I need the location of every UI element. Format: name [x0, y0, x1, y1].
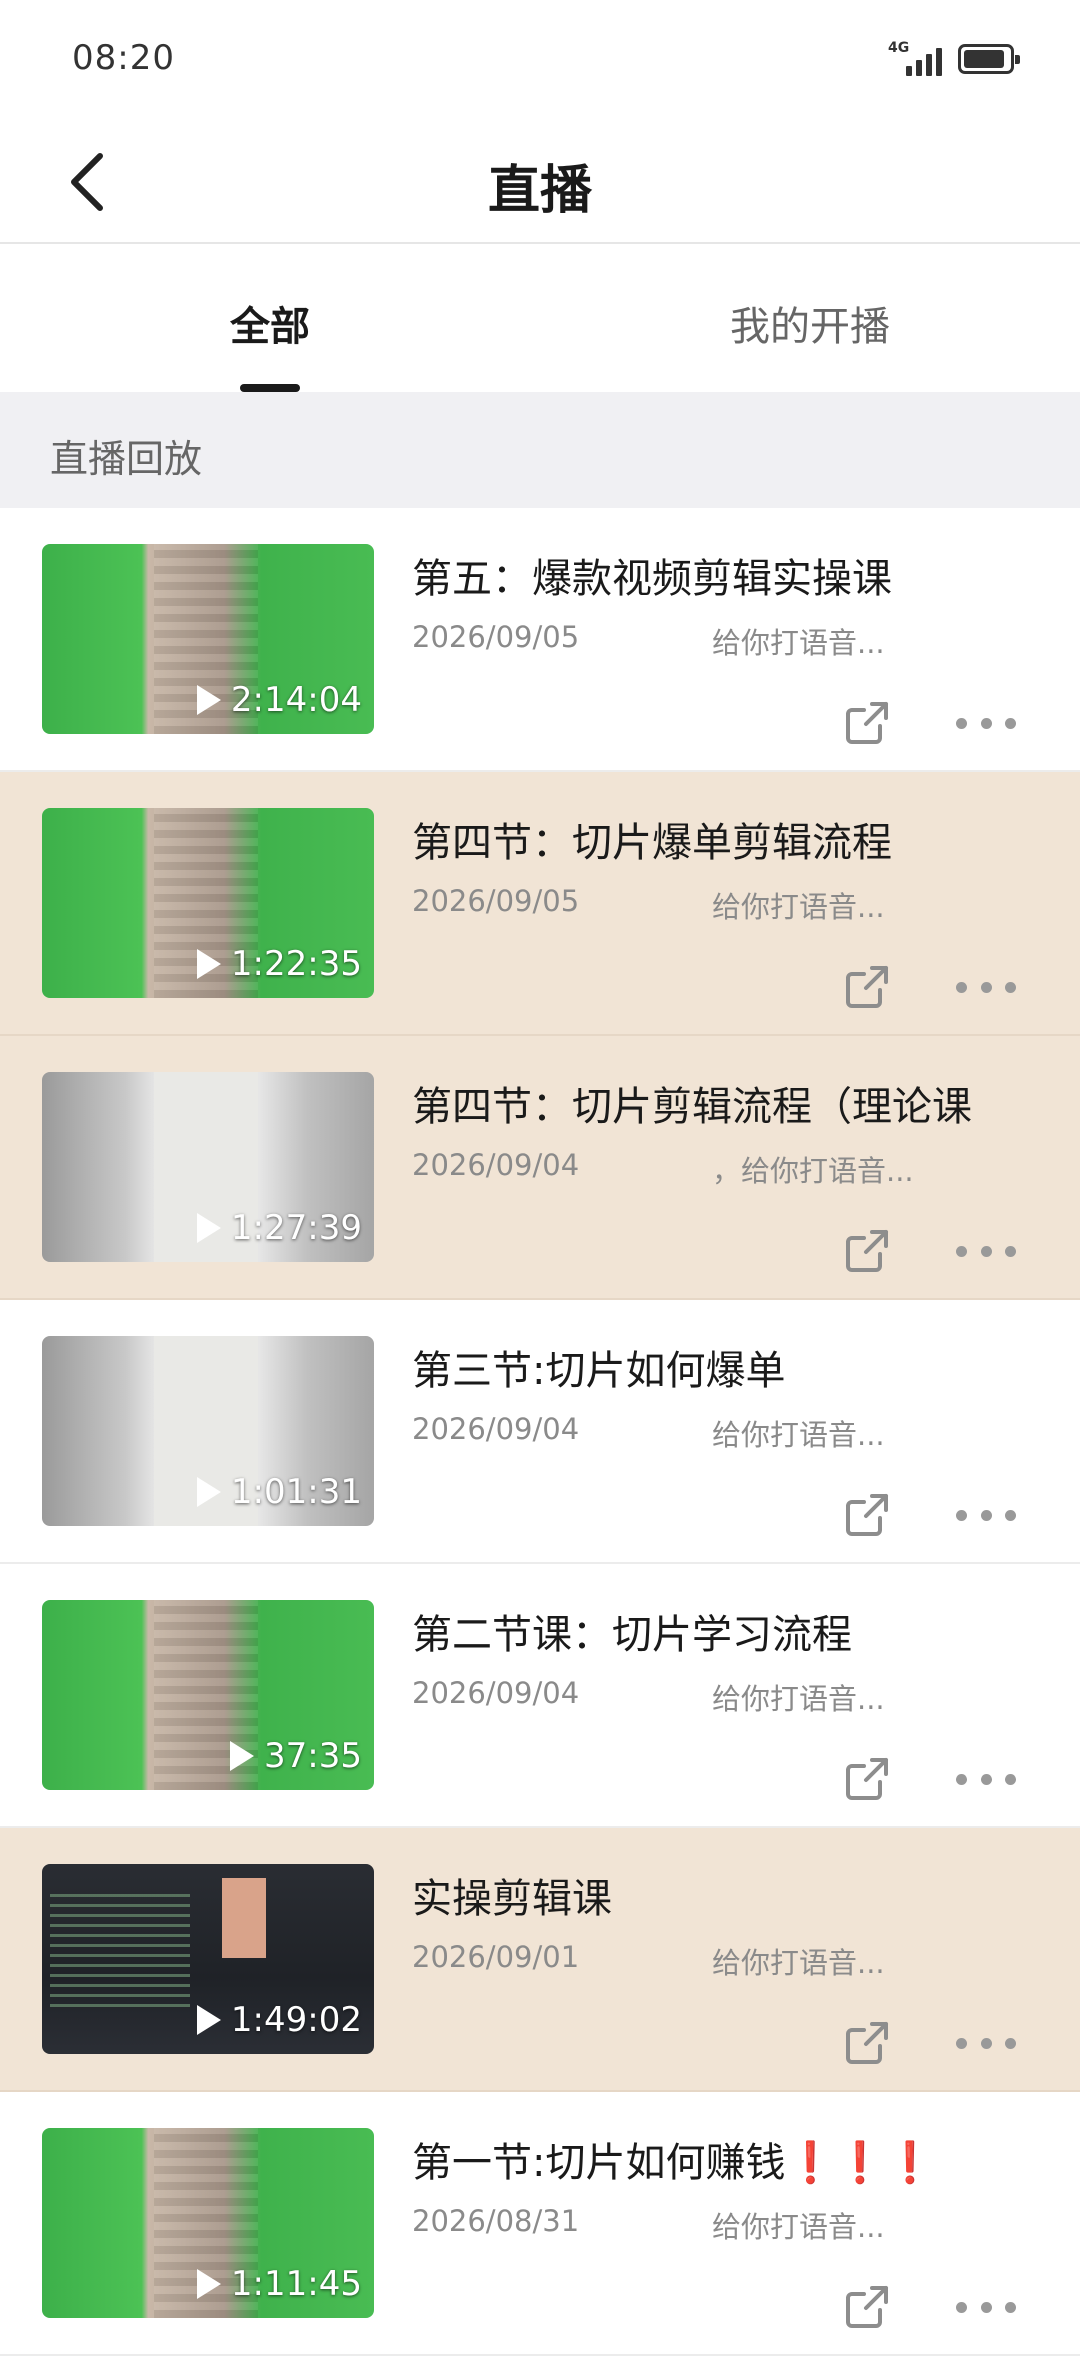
tab-my-broadcasts[interactable]: 我的开播: [540, 246, 1080, 392]
section-title: 直播回放: [0, 392, 1080, 508]
play-icon: [196, 2269, 221, 2299]
item-title[interactable]: 第一节:切片如何赚钱❗❗❗: [412, 2130, 1052, 2188]
item-date: 2026/09/04: [412, 1148, 580, 1182]
list-item[interactable]: 1:22:35 第四节：切片爆单剪辑流程 2026/09/05 给你打语音...: [0, 772, 1080, 1036]
more-dots-icon: [956, 717, 967, 729]
list-item[interactable]: 1:49:02 实操剪辑课 2026/09/01 给你打语音...: [0, 1828, 1080, 2092]
item-date: 2026/09/05: [412, 884, 580, 918]
duration-text: 37:35: [264, 1736, 362, 1776]
item-title[interactable]: 第四节：切片爆单剪辑流程: [412, 810, 1052, 868]
play-icon: [196, 2005, 221, 2035]
more-button[interactable]: [956, 708, 1016, 738]
share-button[interactable]: [842, 1490, 892, 1540]
more-button[interactable]: [956, 972, 1016, 1002]
video-duration: 2:14:04: [196, 680, 362, 720]
duration-text: 1:27:39: [230, 1208, 362, 1248]
duration-text: 1:11:45: [230, 2264, 362, 2304]
item-title[interactable]: 第二节课：切片学习流程: [412, 1602, 1052, 1660]
duration-text: 2:14:04: [230, 680, 362, 720]
share-external-icon: [846, 1494, 888, 1536]
video-thumbnail[interactable]: 37:35: [42, 1600, 374, 1790]
video-thumbnail[interactable]: 1:01:31: [42, 1336, 374, 1526]
list-item[interactable]: 1:27:39 第四节：切片剪辑流程（理论课 2026/09/04 ，给你打语音...: [0, 1036, 1080, 1300]
more-dots-icon: [956, 2037, 967, 2049]
video-thumbnail[interactable]: 1:49:02: [42, 1864, 374, 2054]
list-item[interactable]: 2:14:04 第五：爆款视频剪辑实操课 2026/09/05 给你打语音...: [0, 508, 1080, 772]
video-duration: 1:11:45: [196, 2264, 362, 2304]
item-host: 给你打语音...: [712, 1946, 885, 1980]
share-button[interactable]: [842, 2282, 892, 2332]
video-thumbnail[interactable]: 2:14:04: [42, 544, 374, 734]
play-icon: [196, 685, 221, 715]
thumbnail-preview: [222, 1878, 266, 1958]
share-button[interactable]: [842, 2018, 892, 2068]
video-thumbnail[interactable]: 1:11:45: [42, 2128, 374, 2318]
share-button[interactable]: [842, 962, 892, 1012]
more-button[interactable]: [956, 2292, 1016, 2322]
more-button[interactable]: [956, 2028, 1016, 2058]
share-button[interactable]: [842, 1226, 892, 1276]
video-thumbnail[interactable]: 1:22:35: [42, 808, 374, 998]
battery-level: [964, 50, 1004, 68]
video-duration: 1:01:31: [196, 1472, 362, 1512]
more-button[interactable]: [956, 1764, 1016, 1794]
list-item[interactable]: 37:35 第二节课：切片学习流程 2026/09/04 给你打语音...: [0, 1564, 1080, 1828]
page-title: 直播: [487, 161, 592, 221]
share-button[interactable]: [842, 698, 892, 748]
status-bar: 08:20 4G: [0, 0, 1080, 120]
more-dots-icon: [956, 1509, 967, 1521]
play-icon: [196, 1213, 221, 1243]
item-date: 2026/09/04: [412, 1412, 580, 1446]
status-time: 08:20: [72, 38, 175, 78]
play-icon: [230, 1741, 255, 1771]
video-thumbnail[interactable]: 1:27:39: [42, 1072, 374, 1262]
item-host: 给你打语音...: [712, 2210, 885, 2244]
play-icon: [196, 949, 221, 979]
item-date: 2026/09/04: [412, 1676, 580, 1710]
item-host: 给你打语音...: [712, 626, 885, 660]
item-date: 2026/09/05: [412, 620, 580, 654]
duration-text: 1:22:35: [230, 944, 362, 984]
share-external-icon: [846, 1230, 888, 1272]
video-duration: 37:35: [230, 1736, 362, 1776]
video-duration: 1:27:39: [196, 1208, 362, 1248]
navigation-bar: 直播: [0, 120, 1080, 244]
more-dots-icon: [956, 1245, 967, 1257]
item-host: 给你打语音...: [712, 1682, 885, 1716]
duration-text: 1:49:02: [230, 2000, 362, 2040]
item-date: 2026/08/31: [412, 2204, 580, 2238]
item-title[interactable]: 第四节：切片剪辑流程（理论课: [412, 1074, 1052, 1132]
replay-list: 2:14:04 第五：爆款视频剪辑实操课 2026/09/05 给你打语音... 1:2…: [0, 508, 1080, 2356]
status-icons: 4G: [888, 40, 1020, 76]
video-duration: 1:22:35: [196, 944, 362, 984]
share-external-icon: [846, 2022, 888, 2064]
item-host: ，给你打语音...: [712, 1154, 914, 1188]
item-title[interactable]: 实操剪辑课: [412, 1866, 1052, 1924]
cellular-signal-icon: 4G: [888, 40, 944, 76]
more-button[interactable]: [956, 1236, 1016, 1266]
share-external-icon: [846, 966, 888, 1008]
share-button[interactable]: [842, 1754, 892, 1804]
thumbnail-image: [50, 1894, 190, 2014]
item-host: 给你打语音...: [712, 890, 885, 924]
more-dots-icon: [956, 981, 967, 993]
video-duration: 1:49:02: [196, 2000, 362, 2040]
item-title[interactable]: 第五：爆款视频剪辑实操课: [412, 546, 1052, 604]
more-dots-icon: [956, 1773, 967, 1785]
battery-icon: [958, 44, 1020, 74]
more-dots-icon: [956, 2301, 967, 2313]
tab-all[interactable]: 全部: [0, 246, 540, 392]
item-date: 2026/09/01: [412, 1940, 580, 1974]
share-external-icon: [846, 1758, 888, 1800]
duration-text: 1:01:31: [230, 1472, 362, 1512]
play-icon: [196, 1477, 221, 1507]
more-button[interactable]: [956, 1500, 1016, 1530]
share-external-icon: [846, 2286, 888, 2328]
share-external-icon: [846, 702, 888, 744]
item-host: 给你打语音...: [712, 1418, 885, 1452]
list-item[interactable]: 1:11:45 第一节:切片如何赚钱❗❗❗ 2026/08/31 给你打语音...: [0, 2092, 1080, 2356]
list-item[interactable]: 1:01:31 第三节:切片如何爆单 2026/09/04 给你打语音...: [0, 1300, 1080, 1564]
tab-bar: 全部 我的开播: [0, 246, 1080, 392]
item-title[interactable]: 第三节:切片如何爆单: [412, 1338, 1052, 1396]
